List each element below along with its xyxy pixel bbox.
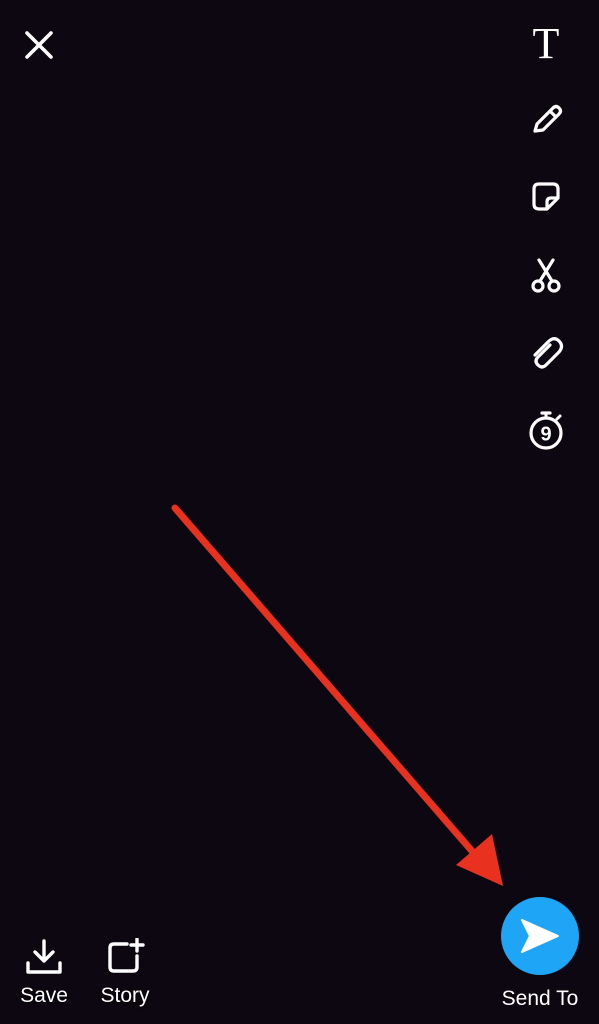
paperclip-icon bbox=[533, 337, 564, 369]
pencil-tool-button[interactable] bbox=[522, 96, 570, 144]
add-to-story-button[interactable]: Story bbox=[92, 938, 158, 1008]
scissors-icon bbox=[531, 258, 561, 293]
download-icon bbox=[26, 939, 62, 974]
send-to-label: Send To bbox=[501, 987, 579, 1010]
sticker-icon bbox=[532, 182, 560, 211]
text-t-icon: T bbox=[532, 19, 560, 68]
snap-preview-canvas: T 9 Save Story Send To bbox=[0, 0, 599, 1024]
add-story-icon bbox=[108, 938, 145, 973]
paperclip-tool-button[interactable] bbox=[522, 329, 570, 377]
save-button[interactable]: Save bbox=[14, 938, 74, 1008]
close-icon bbox=[25, 31, 53, 59]
timer-value: 9 bbox=[540, 424, 551, 446]
story-label: Story bbox=[100, 984, 150, 1007]
save-label: Save bbox=[20, 984, 68, 1007]
send-circle[interactable] bbox=[501, 897, 579, 975]
send-to-button[interactable]: Send To bbox=[492, 897, 588, 1011]
scissors-tool-button[interactable] bbox=[522, 251, 570, 299]
timer-tool-button[interactable]: 9 bbox=[522, 406, 570, 454]
send-arrow-icon bbox=[521, 919, 559, 953]
pencil-icon bbox=[533, 104, 563, 133]
close-button[interactable] bbox=[18, 24, 60, 66]
text-tool-button[interactable]: T bbox=[522, 20, 570, 68]
sticker-tool-button[interactable] bbox=[522, 173, 570, 221]
annotation-arrow bbox=[171, 504, 503, 886]
timer-icon: 9 bbox=[529, 411, 563, 450]
